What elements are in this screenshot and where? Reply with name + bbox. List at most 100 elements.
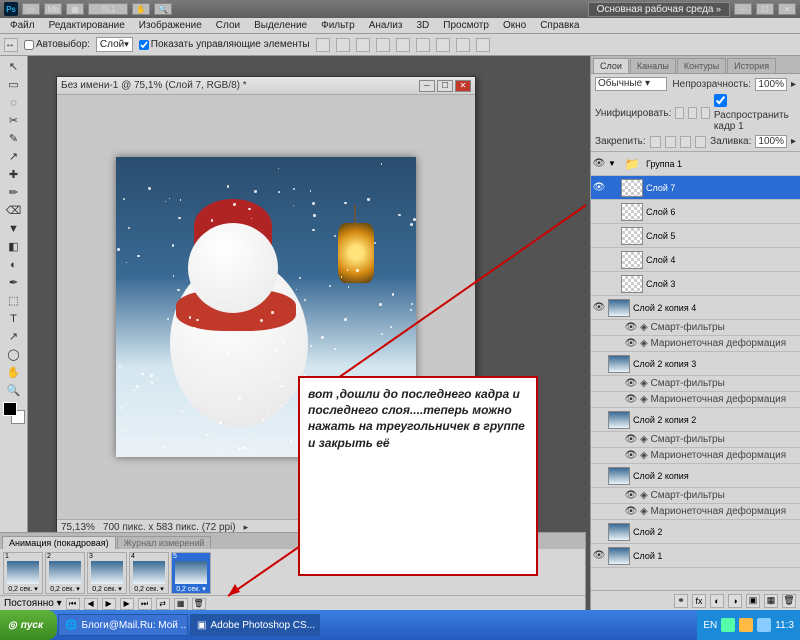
layer-name[interactable]: Слой 4 [646,255,798,265]
lock-icon[interactable] [650,136,661,148]
fx-icon[interactable]: fx [692,594,706,608]
layer-row[interactable]: Слой 6 [591,200,800,224]
unify-icon[interactable] [701,107,710,119]
link-icon[interactable]: ⚭ [674,594,688,608]
layer-row[interactable]: 👁◈ Марионеточная деформация [591,392,800,408]
animation-frame[interactable]: 30,2 сек. ▾ [87,552,127,594]
align-icon[interactable] [356,38,370,52]
layer-row[interactable]: 👁◈ Марионеточная деформация [591,448,800,464]
menu-Окно[interactable]: Окно [497,19,532,32]
hand-icon[interactable]: ✋ [132,3,150,15]
doc-min-icon[interactable]: ─ [419,80,435,92]
layer-thumb[interactable] [621,227,643,245]
lang-indicator[interactable]: EN [703,620,717,631]
visibility-icon[interactable] [593,278,605,290]
menu-Редактирование[interactable]: Редактирование [43,19,131,32]
layer-name[interactable]: Слой 2 копия [633,471,798,481]
layer-name[interactable]: Слой 7 [646,183,798,193]
layer-name[interactable]: Группа 1 [646,159,798,169]
next-frame-icon[interactable]: ▶ [120,598,134,610]
tool[interactable]: ✂ [3,112,25,129]
layer-thumb[interactable] [621,251,643,269]
layer-name[interactable]: Слой 2 [633,527,798,537]
layer-row[interactable]: 👁 Слой 1 [591,544,800,568]
system-tray[interactable]: EN 11:3 [697,610,800,640]
trash-icon[interactable]: 🗑 [782,594,796,608]
align-icon[interactable] [316,38,330,52]
new-frame-icon[interactable]: ▦ [174,598,188,610]
clock[interactable]: 11:3 [775,620,794,631]
visibility-icon[interactable]: 👁 [625,378,637,390]
visibility-icon[interactable]: 👁 [625,434,637,446]
visibility-icon[interactable]: 👁 [593,550,605,562]
play-icon[interactable]: ▶ [102,598,116,610]
layer-thumb[interactable] [621,179,643,197]
menu-Слои[interactable]: Слои [210,19,246,32]
visibility-icon[interactable]: 👁 [593,302,605,314]
tool[interactable]: ▼ [3,220,25,237]
doc-max-icon[interactable]: ☐ [437,80,453,92]
layer-row[interactable]: 👁◈ Смарт-фильтры [591,320,800,336]
color-swatches[interactable] [3,402,25,424]
opacity-input[interactable]: 100% [755,78,787,91]
start-button[interactable]: ◎ пуск [0,610,57,640]
show-controls-checkbox[interactable]: Показать управляющие элементы [139,39,310,50]
layer-thumb[interactable] [608,467,630,485]
layer-row[interactable]: Слой 3 [591,272,800,296]
menu-Анализ[interactable]: Анализ [363,19,409,32]
tray-icon[interactable] [757,618,771,632]
panel-tab[interactable]: История [727,58,776,73]
tool[interactable]: ↖ [3,58,25,75]
unify-icon[interactable] [688,107,697,119]
tool[interactable]: ✎ [3,130,25,147]
menu-Файл[interactable]: Файл [4,19,41,32]
taskbar-item[interactable]: 🌐 Блоги@Mail.Ru: Мой ... [58,614,188,636]
layer-row[interactable]: 👁Слой 2 копия 4 [591,296,800,320]
zoom-field[interactable]: 75,1 [88,3,128,15]
autoselect-checkbox[interactable]: Автовыбор: [24,39,90,50]
layer-row[interactable]: Слой 2 [591,520,800,544]
visibility-icon[interactable]: 👁 [625,490,637,502]
tween-icon[interactable]: ⇄ [156,598,170,610]
layer-row[interactable]: Слой 5 [591,224,800,248]
titlebar-btn[interactable]: ▭ [22,3,40,15]
visibility-icon[interactable] [593,414,605,426]
adjustment-icon[interactable]: ◑ [728,594,742,608]
tool[interactable]: ◧ [3,238,25,255]
lock-icon[interactable] [665,136,676,148]
unify-icon[interactable] [675,107,684,119]
align-icon[interactable] [336,38,350,52]
prev-frame-icon[interactable]: ◀ [84,598,98,610]
menu-Выделение[interactable]: Выделение [248,19,313,32]
blend-mode-select[interactable]: Обычные ▾ [595,77,667,91]
panel-tab[interactable]: Каналы [630,58,676,73]
visibility-icon[interactable] [593,470,605,482]
visibility-icon[interactable]: 👁 [625,450,637,462]
tab-measurements[interactable]: Журнал измерений [117,536,212,549]
layer-row[interactable]: Слой 2 копия 3 [591,352,800,376]
layer-thumb[interactable] [608,355,630,373]
layer-row[interactable]: Слой 4 [591,248,800,272]
menu-Изображение[interactable]: Изображение [133,19,208,32]
layer-row[interactable]: 👁Слой 7 [591,176,800,200]
tab-animation[interactable]: Анимация (покадровая) [2,536,116,549]
visibility-icon[interactable] [593,230,605,242]
tool[interactable]: ↗ [3,328,25,345]
animation-frame[interactable]: 10,2 сек. ▾ [3,552,43,594]
layer-name[interactable]: Слой 5 [646,231,798,241]
tray-icon[interactable] [721,618,735,632]
layer-name[interactable]: Слой 1 [633,551,798,561]
taskbar-item[interactable]: ▣ Adobe Photoshop CS... [190,614,320,636]
new-layer-icon[interactable]: ▦ [764,594,778,608]
distribute-icon[interactable] [476,38,490,52]
menu-Фильтр[interactable]: Фильтр [315,19,361,32]
visibility-icon[interactable] [593,358,605,370]
layer-thumb[interactable] [608,523,630,541]
layer-row[interactable]: 👁◈ Марионеточная деформация [591,504,800,520]
visibility-icon[interactable] [593,526,605,538]
close-icon[interactable]: ✕ [778,3,796,15]
fill-input[interactable]: 100% [755,135,787,148]
min-icon[interactable]: ─ [734,3,752,15]
layer-row[interactable]: 👁◈ Марионеточная деформация [591,336,800,352]
menu-Просмотр[interactable]: Просмотр [437,19,495,32]
